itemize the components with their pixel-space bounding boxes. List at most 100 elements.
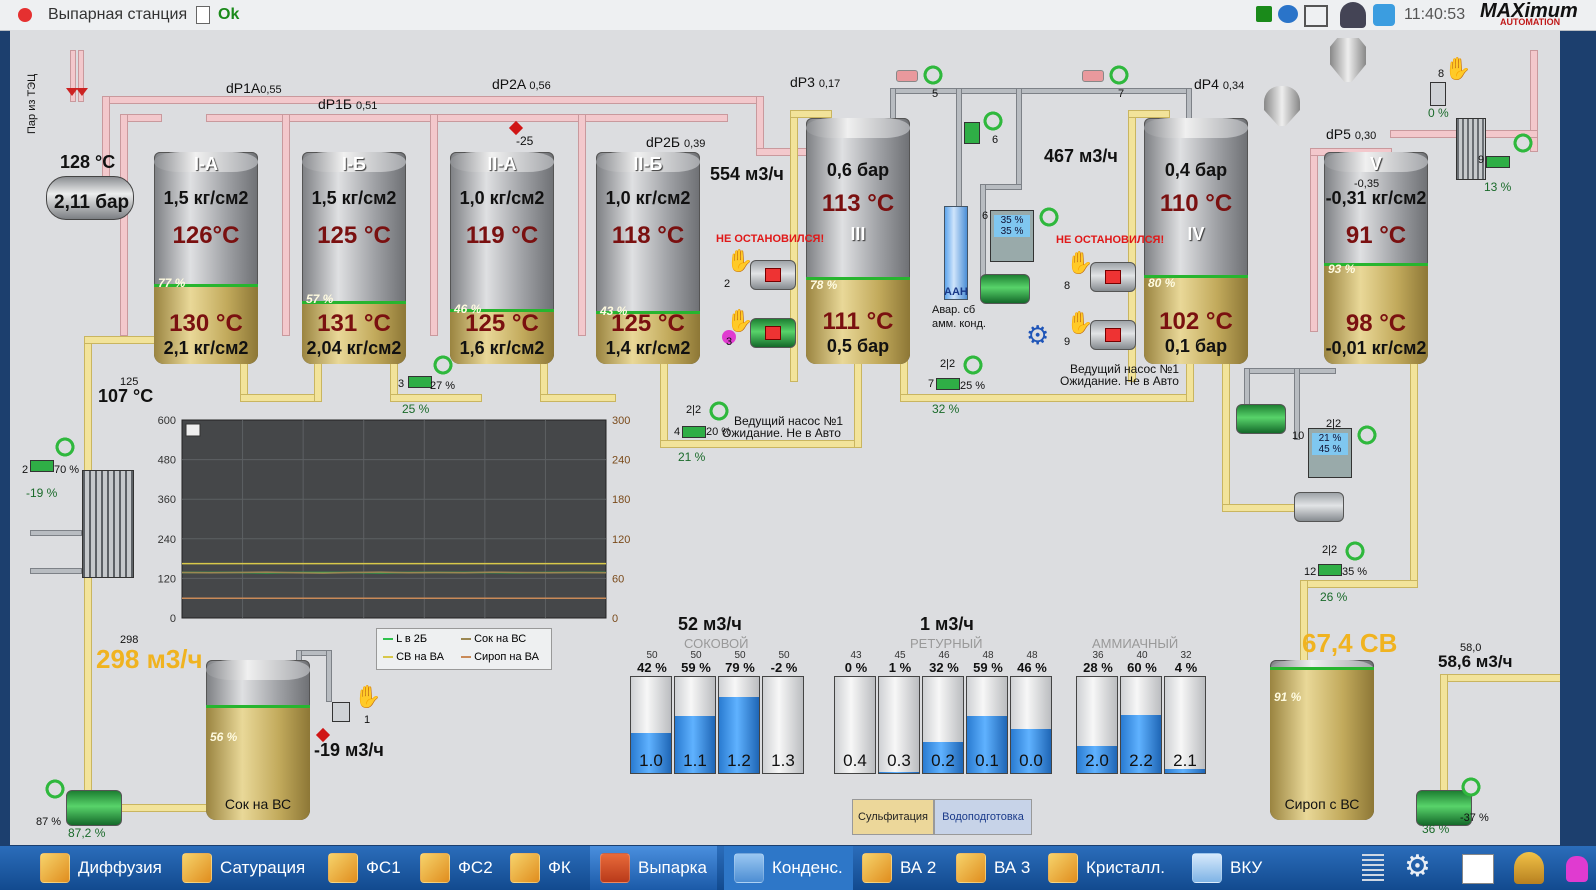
auto-refresh-icon[interactable] bbox=[1512, 132, 1534, 154]
bar-gauge[interactable]: 0.4 bbox=[834, 676, 876, 774]
chat-icon[interactable] bbox=[1278, 5, 1298, 23]
settings-gear-icon[interactable]: ⚙ bbox=[1026, 320, 1049, 351]
valve-3-icon[interactable] bbox=[408, 376, 432, 388]
heat-exchanger[interactable] bbox=[82, 470, 134, 578]
alarm-diamond-icon[interactable] bbox=[508, 120, 524, 136]
evaporator-2a[interactable]: II-A 1,0 кг/см2 119 °C 46 % 125 °C 1,6 к… bbox=[450, 152, 554, 364]
pump-juice-pct: 87 % bbox=[36, 816, 62, 828]
pump-3[interactable] bbox=[750, 318, 796, 348]
tab-water-treatment[interactable]: Водоподготовка bbox=[934, 799, 1032, 835]
indicator-6[interactable]: 35 % 35 % bbox=[990, 210, 1034, 262]
valve-4-icon[interactable] bbox=[682, 426, 706, 438]
bar-gauge[interactable]: 0.3 bbox=[878, 676, 920, 774]
auto-refresh-icon[interactable] bbox=[1038, 206, 1060, 228]
network-icon[interactable] bbox=[1304, 5, 1328, 27]
bar-gauge[interactable]: 2.2 bbox=[1120, 676, 1162, 774]
title-bar: Выпарная станция Ok 11:40:53 MAXimum AUT… bbox=[0, 0, 1596, 31]
manual-hand-icon[interactable]: ✋ bbox=[354, 684, 381, 710]
tab-fk[interactable]: ФК bbox=[510, 846, 571, 890]
tab-diffusion[interactable]: Диффузия bbox=[40, 846, 162, 890]
diffusion-icon bbox=[40, 853, 70, 883]
auto-refresh-icon[interactable] bbox=[44, 778, 66, 800]
auto-refresh-icon[interactable] bbox=[962, 354, 984, 376]
valve-6-icon[interactable] bbox=[964, 122, 980, 144]
user-icon[interactable] bbox=[1340, 2, 1366, 28]
auto-refresh-icon[interactable] bbox=[982, 110, 1004, 132]
valve-1-icon[interactable] bbox=[30, 460, 54, 472]
pump-syrup-pct2: -37 % bbox=[1460, 812, 1489, 824]
auto-refresh-icon[interactable] bbox=[54, 436, 76, 458]
bar-gauge[interactable]: 0.2 bbox=[922, 676, 964, 774]
touch-icon[interactable] bbox=[1566, 856, 1588, 882]
menu-lines-icon[interactable] bbox=[1362, 854, 1384, 882]
valve-7b-number: 7 bbox=[928, 378, 935, 390]
valve-1-icon[interactable] bbox=[332, 702, 350, 722]
evaporator-1a[interactable]: I-A 1,5 кг/см2 126°C 77 % 130 °C 2,1 кг/… bbox=[154, 152, 258, 364]
trend-icon[interactable] bbox=[1462, 854, 1494, 884]
steam-pipe bbox=[120, 114, 128, 336]
juice-flow: 298 м3/ч bbox=[96, 644, 203, 674]
auto-refresh-icon[interactable] bbox=[1356, 424, 1378, 446]
juice-tank[interactable]: 56 % Сок на ВС bbox=[206, 660, 310, 820]
operator-icon[interactable] bbox=[1514, 852, 1544, 884]
bar-gauge[interactable]: 0.0 bbox=[1010, 676, 1052, 774]
plus-icon[interactable] bbox=[1256, 6, 1272, 22]
juice-pipe bbox=[314, 360, 322, 402]
auto-refresh-icon[interactable] bbox=[1344, 540, 1366, 562]
pump-iv-out[interactable] bbox=[1236, 404, 1286, 434]
tab-fs2[interactable]: ФС2 bbox=[420, 846, 493, 890]
evaporator-5[interactable]: V -0,35 -0,31 кг/см2 91 °C 93 % 98 °C -0… bbox=[1324, 152, 1428, 364]
bar-gauge[interactable]: 2.0 bbox=[1076, 676, 1118, 774]
tab-condensate[interactable]: Конденс. bbox=[724, 846, 853, 890]
tab-va2[interactable]: ВА 2 bbox=[862, 846, 936, 890]
bar-gauge[interactable]: 1.2 bbox=[718, 676, 760, 774]
juice-pipe bbox=[1410, 360, 1418, 588]
telegram-icon[interactable] bbox=[1373, 4, 1395, 26]
auto-refresh-icon[interactable] bbox=[432, 354, 454, 376]
auto-refresh-icon[interactable] bbox=[708, 400, 730, 422]
bar-value: 1.3 bbox=[771, 751, 795, 770]
bar-gauge[interactable]: 0.1 bbox=[966, 676, 1008, 774]
clipboard-icon[interactable] bbox=[196, 6, 210, 24]
steam-valve-icon[interactable] bbox=[76, 88, 88, 96]
valve-7b-icon[interactable] bbox=[936, 378, 960, 390]
pump-8[interactable] bbox=[1090, 262, 1136, 292]
left-tick-label: 360 bbox=[158, 494, 176, 506]
steam-pipe bbox=[282, 114, 290, 336]
tab-evaporation[interactable]: Выпарка bbox=[590, 846, 717, 890]
tab-sulfitation[interactable]: Сульфитация bbox=[852, 799, 934, 835]
bar-fill bbox=[879, 772, 919, 773]
evaporator-1b[interactable]: I-Б 1,5 кг/см2 125 °C 57 % 131 °C 2,04 к… bbox=[302, 152, 406, 364]
indicator-10[interactable]: 21 % 45 % bbox=[1308, 428, 1352, 478]
left-tick-label: 240 bbox=[158, 534, 176, 546]
syrup-tank[interactable]: 91 % Сироп с ВС bbox=[1270, 660, 1374, 820]
bar-gauge[interactable]: 2.1 bbox=[1164, 676, 1206, 774]
bar-gauge[interactable]: 1.0 bbox=[630, 676, 672, 774]
evaporator-2b[interactable]: II-Б 1,0 кг/см2 118 °C 43 % 125 °C 1,4 к… bbox=[596, 152, 700, 364]
bar-gauge[interactable]: 1.3 bbox=[762, 676, 804, 774]
valve-9-icon[interactable] bbox=[1486, 156, 1510, 168]
valve-5-icon[interactable] bbox=[896, 70, 918, 82]
auto-refresh-icon[interactable] bbox=[922, 64, 944, 86]
pump-9[interactable] bbox=[1090, 320, 1136, 350]
tab-va3[interactable]: ВА 3 bbox=[956, 846, 1030, 890]
tab-crystallization[interactable]: Кристалл. bbox=[1048, 846, 1165, 890]
pump-2[interactable] bbox=[750, 260, 796, 290]
valve-8-icon[interactable] bbox=[1430, 82, 1446, 106]
auto-refresh-icon[interactable] bbox=[1460, 776, 1482, 798]
hx-temp: 107 °C bbox=[98, 386, 154, 406]
pump-iv-out-2[interactable] bbox=[1294, 492, 1344, 522]
trend-chart-panel[interactable]: 600 480 360 240 120 0 300 240 180 120 60 0 bbox=[142, 416, 648, 626]
auto-refresh-icon[interactable] bbox=[1108, 64, 1130, 86]
pump-ammonia[interactable] bbox=[980, 274, 1030, 304]
tab-fs1[interactable]: ФС1 bbox=[328, 846, 401, 890]
tab-saturation[interactable]: Сатурация bbox=[182, 846, 305, 890]
settings-icon[interactable]: ⚙ bbox=[1404, 850, 1431, 884]
pump-juice[interactable] bbox=[66, 790, 122, 826]
valve-7-icon[interactable] bbox=[1082, 70, 1104, 82]
tab-vku[interactable]: ВКУ bbox=[1192, 846, 1262, 890]
manual-hand-icon[interactable]: ✋ bbox=[1444, 56, 1471, 82]
flow-to-iv: 467 м3/ч bbox=[1044, 146, 1118, 166]
valve-12-icon[interactable] bbox=[1318, 564, 1342, 576]
bar-gauge[interactable]: 1.1 bbox=[674, 676, 716, 774]
